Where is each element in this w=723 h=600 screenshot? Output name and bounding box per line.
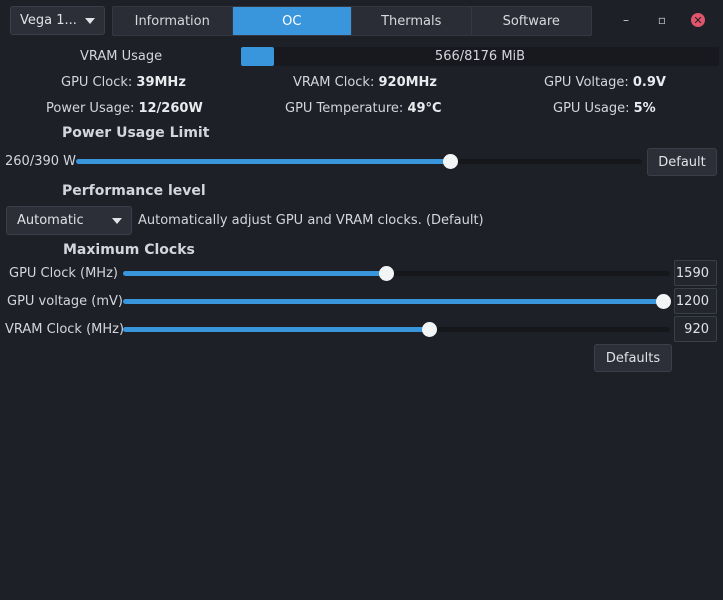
gpu-temperature-label: GPU Temperature: xyxy=(285,101,404,116)
title-bar: Vega 1... Information OC Thermals Softwa… xyxy=(0,0,723,42)
tab-bar: Information OC Thermals Software xyxy=(112,6,592,36)
gpu-clock-value: 39MHz xyxy=(136,75,186,90)
power-usage-value: 12/260W xyxy=(138,101,203,116)
performance-level-heading: Performance level xyxy=(62,183,206,199)
gpu-select-label: Vega 1... xyxy=(20,13,77,28)
performance-mode-label: Automatic xyxy=(17,213,84,228)
gpu-voltage-slider[interactable] xyxy=(123,291,671,311)
gpu-voltage-slider-label: GPU voltage (mV) xyxy=(7,294,123,309)
gpu-clock-input[interactable]: 1590 xyxy=(674,260,717,286)
gpu-clock-slider-label: GPU Clock (MHz) xyxy=(9,266,118,281)
power-usage-stat: Power Usage: 12/260W xyxy=(46,101,203,116)
gpu-voltage-handle[interactable] xyxy=(656,294,671,309)
power-usage-label: Power Usage: xyxy=(46,101,135,116)
vram-clock-label: VRAM Clock: xyxy=(293,75,375,90)
vram-usage-label: VRAM Usage xyxy=(80,49,163,64)
defaults-button[interactable]: Defaults xyxy=(594,344,672,372)
maximum-clocks-heading: Maximum Clocks xyxy=(63,242,195,258)
chevron-down-icon xyxy=(85,18,95,24)
gpu-usage-value: 5% xyxy=(633,101,656,116)
gpu-clock-stat: GPU Clock: 39MHz xyxy=(61,75,186,90)
tab-thermals[interactable]: Thermals xyxy=(352,7,472,35)
restore-icon[interactable]: ▫ xyxy=(654,12,670,28)
performance-mode-select[interactable]: Automatic xyxy=(6,206,132,235)
tab-software[interactable]: Software xyxy=(472,7,592,35)
close-icon: ✕ xyxy=(691,13,705,27)
gpu-voltage-value: 0.9V xyxy=(632,75,666,90)
gpu-voltage-input[interactable]: 1200 xyxy=(674,288,717,314)
gpu-usage-label: GPU Usage: xyxy=(553,101,630,116)
close-button[interactable]: ✕ xyxy=(690,12,706,28)
power-limit-handle[interactable] xyxy=(443,154,458,169)
vram-clock-fill xyxy=(123,327,429,332)
gpu-clock-fill xyxy=(123,271,386,276)
vram-usage-bar: 566/8176 MiB xyxy=(241,47,719,66)
vram-usage-text: 566/8176 MiB xyxy=(434,49,526,64)
gpu-voltage-label: GPU Voltage: xyxy=(544,75,629,90)
vram-clock-stat: VRAM Clock: 920MHz xyxy=(293,75,437,90)
gpu-temperature-stat: GPU Temperature: 49°C xyxy=(285,101,442,116)
gpu-clock-handle[interactable] xyxy=(379,266,394,281)
performance-description: Automatically adjust GPU and VRAM clocks… xyxy=(138,213,484,228)
power-limit-default-button[interactable]: Default xyxy=(647,148,717,176)
gpu-clock-slider[interactable] xyxy=(123,263,670,283)
vram-clock-value: 920MHz xyxy=(378,75,438,90)
chevron-down-icon xyxy=(112,218,122,224)
vram-clock-input[interactable]: 920 xyxy=(674,316,717,342)
gpu-voltage-fill xyxy=(123,299,663,304)
power-limit-value: 260/390 W xyxy=(5,154,76,169)
power-limit-fill xyxy=(76,159,450,164)
gpu-select-dropdown[interactable]: Vega 1... xyxy=(10,6,105,35)
gpu-temperature-value: 49°C xyxy=(407,101,442,116)
tab-oc[interactable]: OC xyxy=(232,7,352,35)
vram-clock-slider[interactable] xyxy=(123,319,670,339)
gpu-voltage-stat: GPU Voltage: 0.9V xyxy=(544,75,666,90)
vram-clock-slider-label: VRAM Clock (MHz) xyxy=(5,322,125,337)
gpu-usage-stat: GPU Usage: 5% xyxy=(553,101,656,116)
power-limit-heading: Power Usage Limit xyxy=(62,125,210,141)
tab-information[interactable]: Information xyxy=(113,7,233,35)
vram-clock-handle[interactable] xyxy=(422,322,437,337)
gpu-clock-label: GPU Clock: xyxy=(61,75,133,90)
power-limit-slider[interactable] xyxy=(76,151,642,171)
minimize-icon[interactable]: – xyxy=(618,12,634,28)
